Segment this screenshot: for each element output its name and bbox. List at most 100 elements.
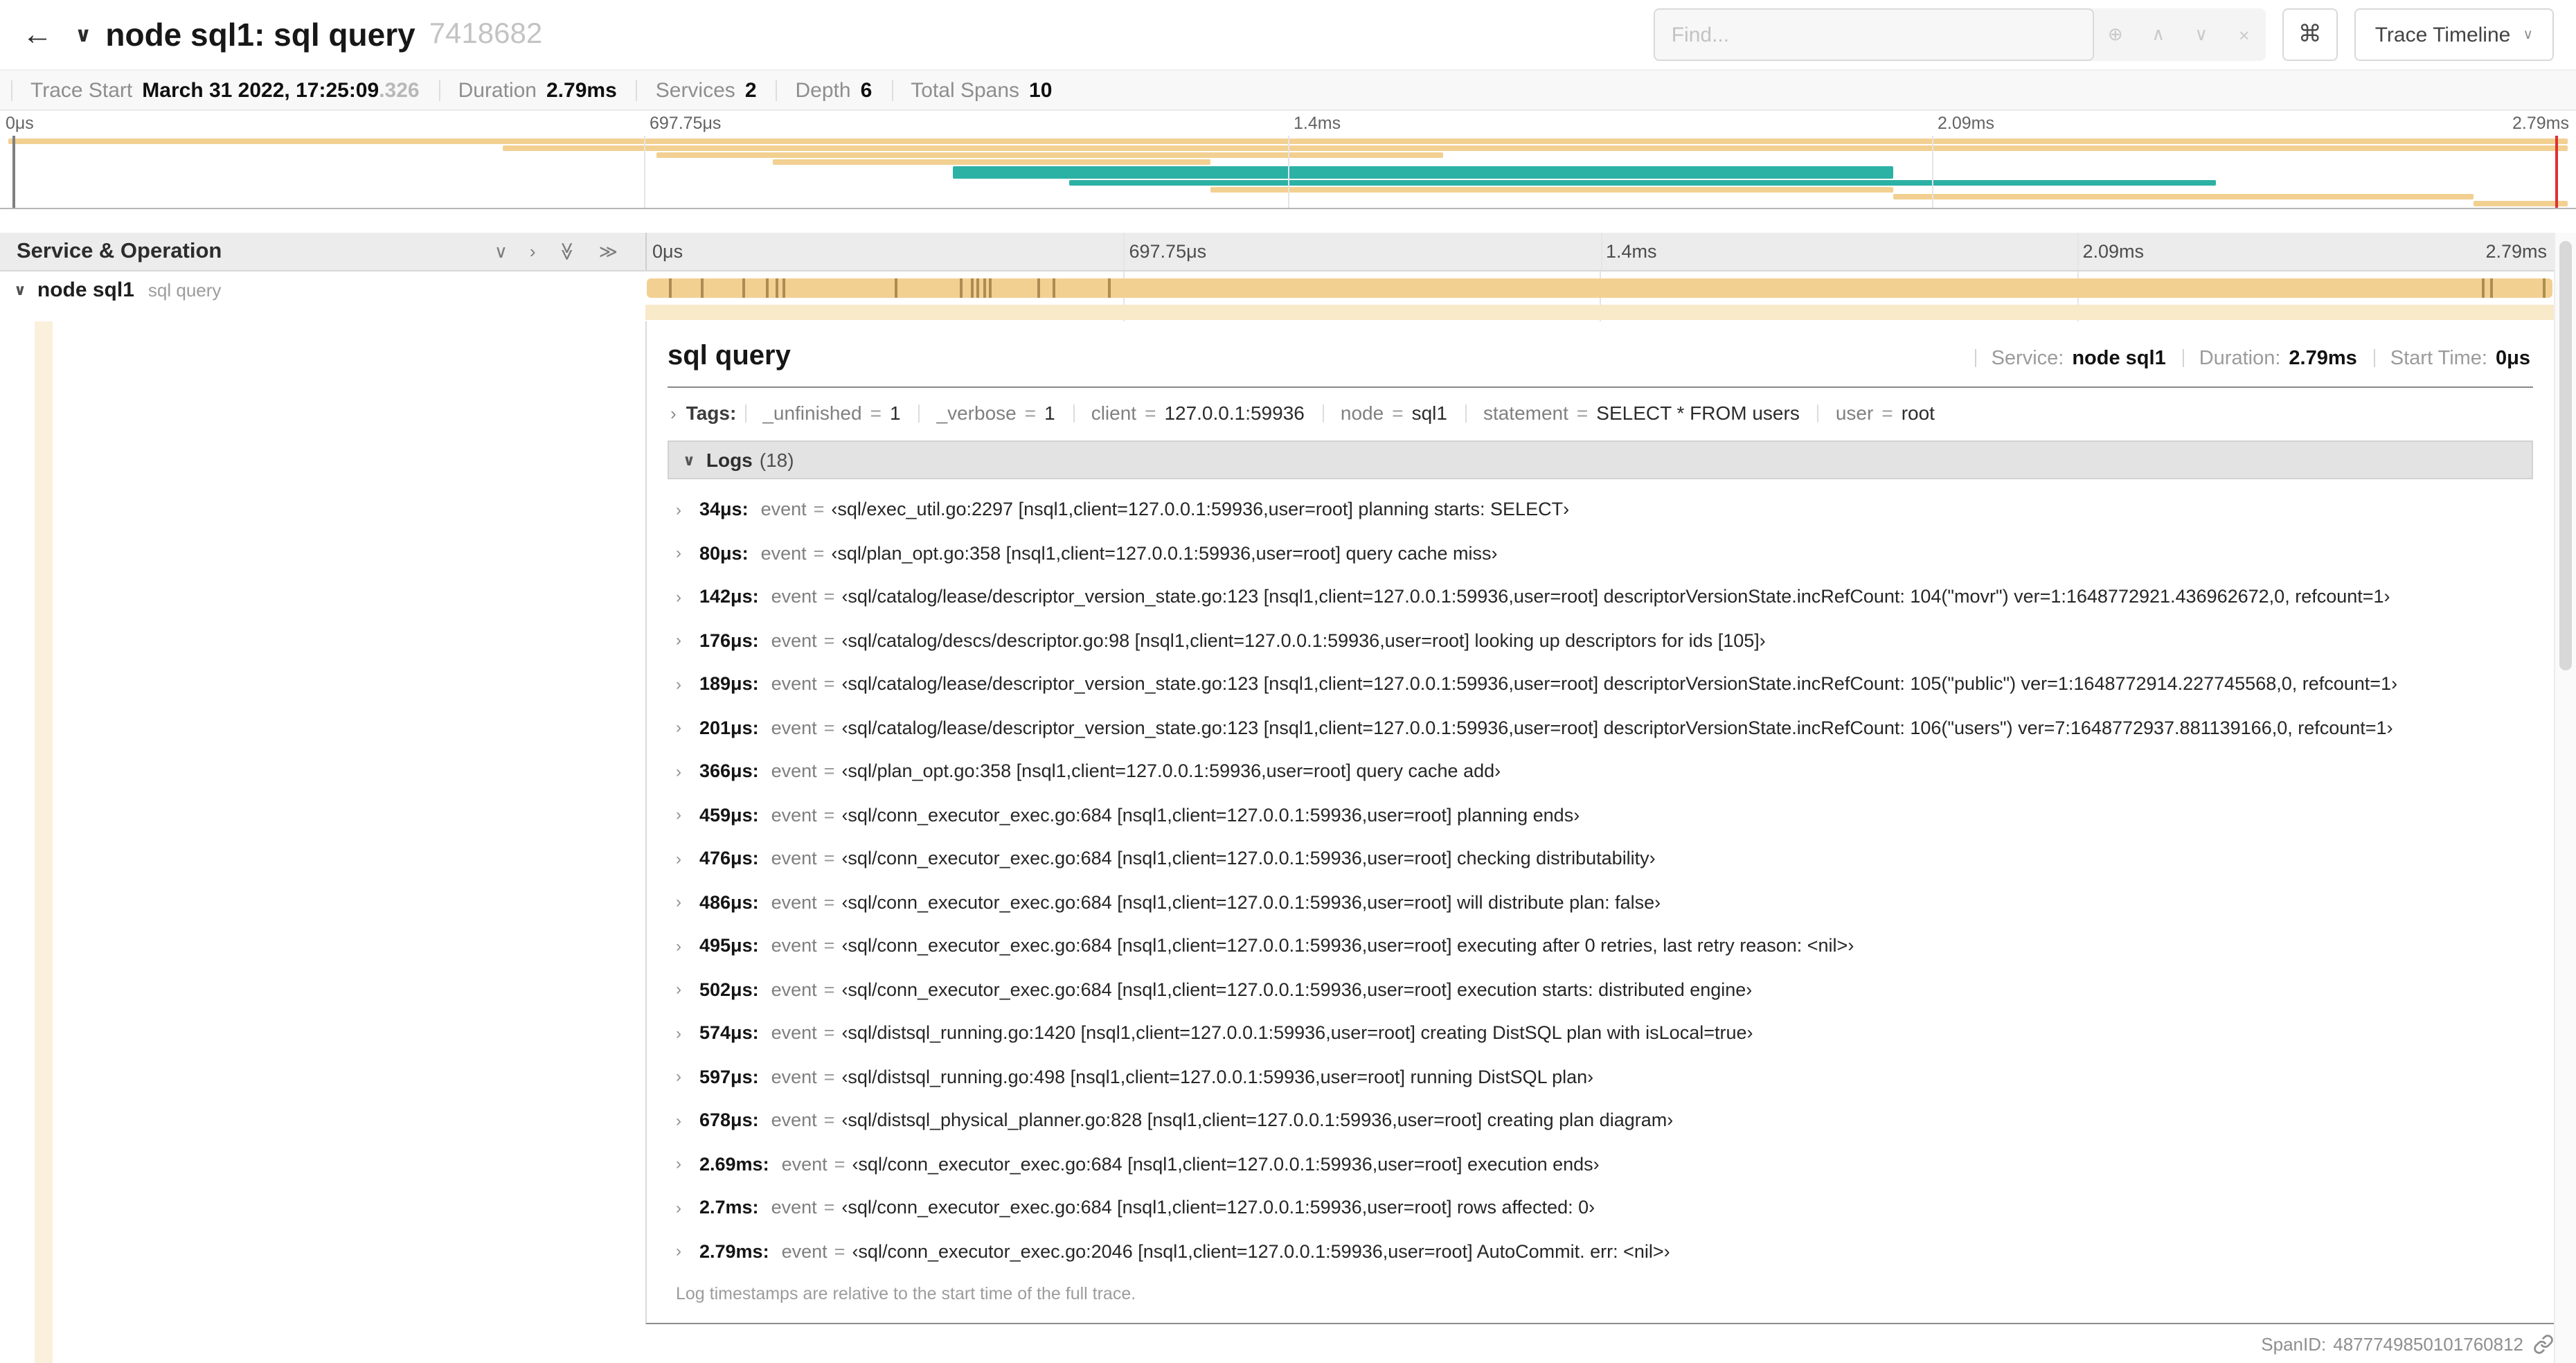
chevron-right-icon: › xyxy=(676,848,681,868)
span-row-label[interactable]: ∨ node sql1 sql query xyxy=(0,271,645,308)
minimap-right-scrubber[interactable] xyxy=(2555,136,2558,208)
log-timestamp: 366μs: xyxy=(699,760,759,782)
chevron-right-icon: › xyxy=(676,1197,681,1218)
span-detail-header: sql query Service: node sql1 Duration: 2… xyxy=(668,321,2533,386)
log-row[interactable]: › 476μs: event = ‹sql/conn_executor_exec… xyxy=(676,837,2533,880)
scrollbar-thumb[interactable] xyxy=(2559,241,2572,670)
log-timestamp: 142μs: xyxy=(699,586,759,607)
equals-sign: = xyxy=(1392,402,1404,424)
log-row[interactable]: › 80μs: event = ‹sql/plan_opt.go:358 [ns… xyxy=(676,531,2533,575)
span-id-value: 4877749850101760812 xyxy=(2333,1333,2523,1354)
log-row[interactable]: › 502μs: event = ‹sql/conn_executor_exec… xyxy=(676,968,2533,1011)
back-button[interactable]: ← xyxy=(0,0,75,69)
log-row[interactable]: › 189μs: event = ‹sql/catalog/lease/desc… xyxy=(676,662,2533,706)
log-field-key: event xyxy=(771,848,817,869)
minimap-left-scrubber[interactable] xyxy=(12,136,15,208)
service-operation-header: Service & Operation xyxy=(17,239,222,262)
summary-value: 2 xyxy=(744,78,757,102)
chevron-right-icon: › xyxy=(676,936,681,956)
minimap-span xyxy=(656,152,1443,158)
page-title: node sql1: sql query xyxy=(105,16,415,52)
link-icon[interactable] xyxy=(2533,1333,2554,1354)
log-marker xyxy=(775,278,778,298)
span-id-label: SpanID: xyxy=(2261,1333,2327,1354)
log-timestamp: 2.79ms: xyxy=(699,1240,769,1262)
minimap-span xyxy=(1210,187,1894,193)
equals-sign: = xyxy=(1145,402,1156,424)
equals-sign: = xyxy=(1024,402,1037,424)
summary-label: Services xyxy=(655,78,735,102)
span-meta-label: Start Time: xyxy=(2390,348,2487,370)
log-row[interactable]: › 34μs: event = ‹sql/exec_util.go:2297 [… xyxy=(676,488,2533,531)
log-row[interactable]: › 176μs: event = ‹sql/catalog/descs/desc… xyxy=(676,618,2533,662)
span-row[interactable]: ∨ node sql1 sql query xyxy=(0,271,2555,321)
time-tick-label: 1.4ms xyxy=(1606,241,1657,262)
span-meta-value: 2.79ms xyxy=(2289,348,2357,370)
equals-sign: = xyxy=(823,630,835,651)
chevron-down-icon[interactable]: ∨ xyxy=(14,280,26,299)
view-dropdown-label: Trace Timeline xyxy=(2374,23,2511,46)
log-row[interactable]: › 574μs: event = ‹sql/distsql_running.go… xyxy=(676,1011,2533,1055)
tags-toggle[interactable]: Tags: xyxy=(686,402,737,424)
log-row[interactable]: › 486μs: event = ‹sql/conn_executor_exec… xyxy=(676,880,2533,924)
summary-label: Duration xyxy=(458,78,537,102)
log-field-key: event xyxy=(781,1153,828,1175)
collapse-title-chevron-icon[interactable]: ∨ xyxy=(75,22,91,47)
collapse-one-button[interactable]: ∨ xyxy=(494,242,508,260)
minimap-span xyxy=(2473,201,2568,206)
timeline-ruler: 0μs 697.75μs 1.4ms 2.09ms 2.79ms xyxy=(645,233,2555,270)
expand-one-button[interactable]: › xyxy=(530,242,536,260)
log-marker xyxy=(988,278,992,298)
logs-title: Logs xyxy=(706,449,753,471)
focus-matches-button[interactable]: ⊕ xyxy=(2094,8,2137,61)
span-meta: Service: node sql1 Duration: 2.79ms Star… xyxy=(1974,348,2533,370)
log-value: ‹sql/conn_executor_exec.go:684 [nsql1,cl… xyxy=(841,804,1580,826)
log-field-key: event xyxy=(771,804,817,826)
chevron-right-icon: › xyxy=(676,892,681,912)
time-tick-label: 2.09ms xyxy=(1938,114,1994,133)
chevron-right-icon: › xyxy=(676,587,681,607)
log-timestamp: 34μs: xyxy=(699,499,749,520)
collapse-all-button[interactable]: ≫ xyxy=(557,242,578,260)
vertical-scrollbar[interactable] xyxy=(2554,233,2576,1363)
prev-result-button[interactable]: ∧ xyxy=(2137,8,2180,61)
span-bar-cell xyxy=(645,271,2555,321)
chevron-right-icon[interactable]: › xyxy=(670,402,677,423)
log-row[interactable]: › 678μs: event = ‹sql/distsql_physical_p… xyxy=(676,1098,2533,1142)
log-row[interactable]: › 366μs: event = ‹sql/plan_opt.go:358 [n… xyxy=(676,749,2533,793)
keyboard-shortcuts-button[interactable]: ⌘ xyxy=(2282,8,2338,61)
log-marker xyxy=(2543,278,2546,298)
next-result-button[interactable]: ∨ xyxy=(2180,8,2223,61)
summary-value: March 31 2022, 17:25:09 xyxy=(142,78,379,102)
span-duration-bar[interactable] xyxy=(647,278,2552,298)
log-row[interactable]: › 2.79ms: event = ‹sql/conn_executor_exe… xyxy=(676,1229,2533,1273)
log-row[interactable]: › 2.69ms: event = ‹sql/conn_executor_exe… xyxy=(676,1142,2533,1186)
clear-search-button[interactable]: × xyxy=(2223,8,2266,61)
find-input[interactable] xyxy=(1653,8,2094,61)
log-timestamp: 476μs: xyxy=(699,848,759,869)
tag-value: SELECT * FROM users xyxy=(1596,402,1800,424)
log-marker xyxy=(742,278,746,298)
minimap-canvas[interactable] xyxy=(0,136,2576,209)
log-row[interactable]: › 2.7ms: event = ‹sql/conn_executor_exec… xyxy=(676,1186,2533,1229)
equals-sign: = xyxy=(823,891,835,913)
log-marker xyxy=(2489,278,2493,298)
plus-circle-icon: ⊕ xyxy=(2107,24,2123,44)
summary-value: 6 xyxy=(860,78,873,102)
chevron-right-icon: › xyxy=(676,630,681,650)
log-row[interactable]: › 459μs: event = ‹sql/conn_executor_exec… xyxy=(676,793,2533,837)
minimap-span xyxy=(953,166,1894,179)
view-dropdown[interactable]: Trace Timeline ∨ xyxy=(2354,8,2554,61)
log-row[interactable]: › 142μs: event = ‹sql/catalog/lease/desc… xyxy=(676,575,2533,618)
log-row[interactable]: › 597μs: event = ‹sql/distsql_running.go… xyxy=(676,1055,2533,1098)
expand-all-button[interactable]: ≫ xyxy=(599,242,618,260)
tag-key: _unfinished xyxy=(762,402,862,424)
log-row[interactable]: › 495μs: event = ‹sql/conn_executor_exec… xyxy=(676,924,2533,968)
command-icon: ⌘ xyxy=(2298,21,2322,47)
gridline xyxy=(1600,233,1602,270)
time-tick-label: 0μs xyxy=(6,114,34,133)
chevron-right-icon: › xyxy=(676,979,681,999)
log-row[interactable]: › 201μs: event = ‹sql/catalog/lease/desc… xyxy=(676,706,2533,749)
log-value: ‹sql/plan_opt.go:358 [nsql1,client=127.0… xyxy=(831,542,1498,564)
logs-section-toggle[interactable]: ∨ Logs (18) xyxy=(668,440,2533,479)
